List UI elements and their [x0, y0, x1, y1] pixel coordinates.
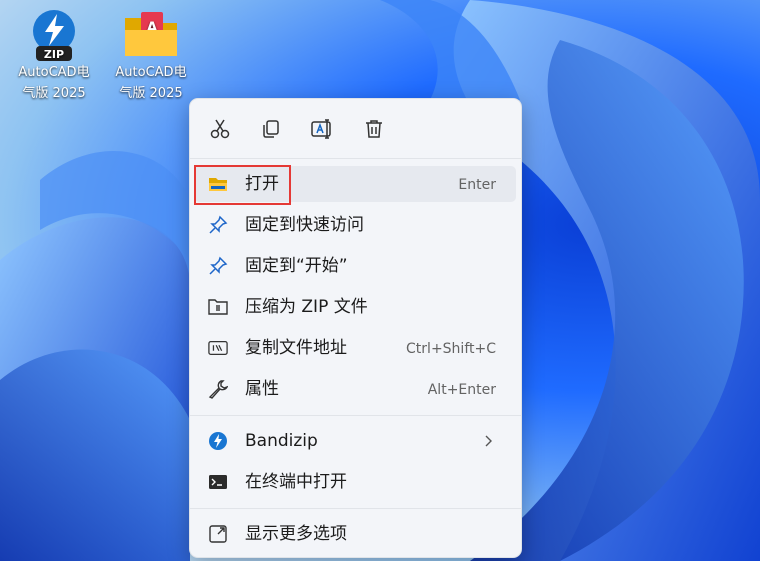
bandizip-icon — [208, 432, 228, 450]
cut-icon — [210, 119, 230, 139]
menu-item-shortcut: Alt+Enter — [427, 382, 496, 398]
menu-item-label: 属性 — [245, 379, 279, 399]
rename-button[interactable] — [304, 112, 340, 146]
desktop-icon-label: 气版 2025 — [22, 86, 86, 101]
chevron-right-icon — [484, 432, 494, 450]
menu-item-label: 压缩为 ZIP 文件 — [245, 297, 368, 317]
context-menu-toolbar — [190, 99, 523, 159]
desktop: ZIP AutoCAD电 气版 2025 A AutoCAD电 气版 2025 — [0, 0, 760, 561]
expand-icon — [208, 525, 228, 543]
desktop-icon-folder[interactable]: A AutoCAD电 气版 2025 — [108, 0, 194, 104]
desktop-icon-label: AutoCAD电 — [115, 65, 187, 80]
autocad-folder-icon: A — [121, 8, 181, 58]
pin-icon — [208, 256, 228, 275]
menu-item-open-terminal[interactable]: 在终端中打开 — [194, 464, 516, 500]
menu-separator — [190, 415, 521, 416]
menu-item-properties[interactable]: 属性 Alt+Enter — [194, 371, 516, 407]
copy-path-icon — [208, 339, 228, 357]
menu-item-show-more-options[interactable]: 显示更多选项 — [194, 516, 516, 552]
menu-separator — [190, 158, 521, 159]
cut-button[interactable] — [202, 112, 238, 146]
zip-archive-icon: ZIP — [24, 8, 84, 61]
menu-item-shortcut: Ctrl+Shift+C — [406, 341, 496, 357]
menu-item-shortcut: Enter — [458, 177, 496, 193]
menu-separator — [190, 508, 521, 509]
desktop-icon-label: AutoCAD电 — [18, 65, 90, 80]
menu-item-compress-zip[interactable]: 压缩为 ZIP 文件 — [194, 289, 516, 325]
delete-icon — [366, 120, 382, 138]
menu-item-label: 固定到快速访问 — [245, 215, 364, 235]
rename-icon — [311, 119, 331, 139]
menu-item-label: 固定到“开始” — [245, 256, 348, 276]
menu-item-bandizip[interactable]: Bandizip — [194, 423, 516, 459]
copy-button[interactable] — [253, 112, 289, 146]
menu-item-pin-quick-access[interactable]: 固定到快速访问 — [194, 207, 516, 243]
menu-item-label: 复制文件地址 — [245, 338, 347, 358]
desktop-icon-label: 气版 2025 — [119, 86, 183, 101]
delete-button[interactable] — [356, 112, 392, 146]
menu-item-label: 在终端中打开 — [245, 472, 347, 492]
zip-folder-icon — [208, 298, 228, 316]
pin-icon — [208, 215, 228, 234]
menu-item-copy-path[interactable]: 复制文件地址 Ctrl+Shift+C — [194, 330, 516, 366]
zip-badge-text: ZIP — [44, 48, 64, 61]
terminal-icon — [208, 473, 228, 491]
wrench-icon — [208, 380, 228, 399]
desktop-icon-zip[interactable]: ZIP AutoCAD电 气版 2025 — [11, 0, 97, 104]
menu-item-label: Bandizip — [245, 431, 318, 451]
annotation-highlight-box — [194, 165, 291, 205]
menu-item-label: 显示更多选项 — [245, 524, 347, 544]
copy-icon — [263, 120, 279, 138]
menu-item-pin-start[interactable]: 固定到“开始” — [194, 248, 516, 284]
